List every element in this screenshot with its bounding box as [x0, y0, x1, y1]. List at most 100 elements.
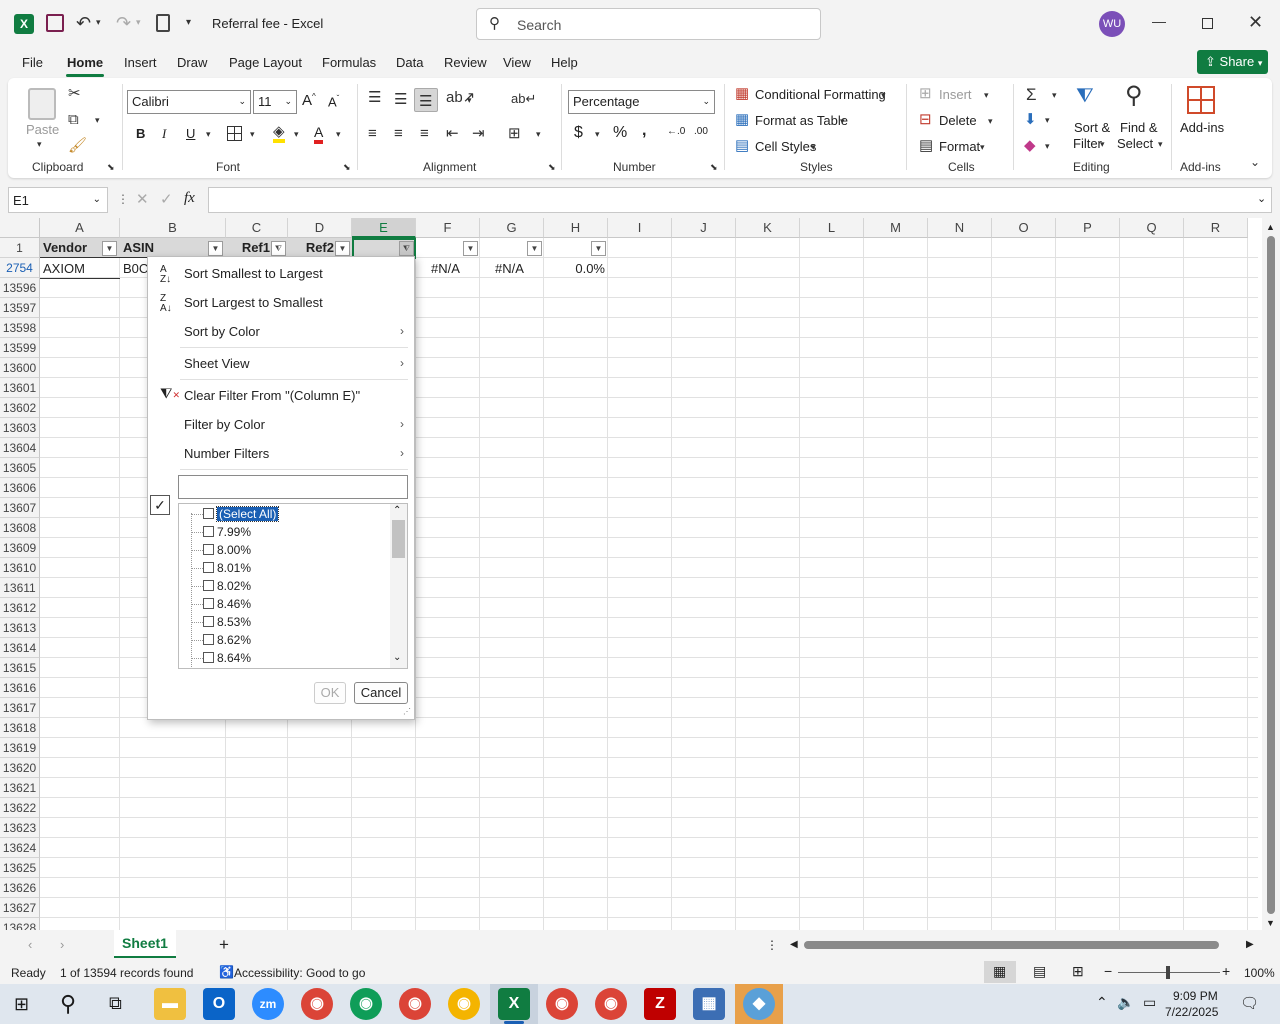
- horizontal-scroll-thumb[interactable]: [804, 941, 1219, 949]
- form-icon[interactable]: [156, 14, 170, 32]
- sheet-view-item[interactable]: Sheet View: [184, 356, 250, 371]
- row-header[interactable]: 13615: [0, 658, 40, 678]
- add-sheet-button[interactable]: +: [219, 935, 229, 955]
- value-checkbox-item[interactable]: 8.01%: [191, 559, 251, 577]
- autosum-icon[interactable]: Σ: [1026, 86, 1037, 103]
- column-header-G[interactable]: G: [480, 218, 544, 238]
- chevron-down-icon[interactable]: ▾: [1100, 140, 1105, 149]
- format-as-table-button[interactable]: Format as Table: [755, 113, 848, 128]
- ok-button[interactable]: OK: [314, 682, 346, 704]
- checkbox-icon[interactable]: [203, 580, 214, 591]
- row-header[interactable]: 13600: [0, 358, 40, 378]
- sort-filter-label-2[interactable]: Filter: [1073, 136, 1102, 151]
- status-accessibility[interactable]: Accessibility: Good to go: [234, 966, 365, 980]
- filter-button-D[interactable]: ▼: [335, 241, 350, 256]
- find-select-label-2[interactable]: Select: [1117, 136, 1153, 151]
- row-header[interactable]: 13626: [0, 878, 40, 898]
- comma-icon[interactable]: ,: [642, 122, 646, 140]
- tray-chevron-icon[interactable]: ⌃: [1096, 994, 1108, 1011]
- checkbox-icon[interactable]: [203, 562, 214, 573]
- borders-dropdown-icon[interactable]: ▾: [250, 130, 255, 139]
- value-checkbox-item[interactable]: 8.53%: [191, 613, 251, 631]
- row-header[interactable]: 13621: [0, 778, 40, 798]
- row-header[interactable]: 13606: [0, 478, 40, 498]
- number-format-box[interactable]: Percentage ⌄: [568, 90, 715, 114]
- row-header[interactable]: 13605: [0, 458, 40, 478]
- sheet-tab-sheet1[interactable]: Sheet1: [114, 930, 176, 958]
- row-header[interactable]: 13602: [0, 398, 40, 418]
- value-checkbox-item[interactable]: 8.00%: [191, 541, 251, 559]
- find-select-icon[interactable]: ⚲: [1125, 84, 1143, 108]
- chevron-down-icon[interactable]: ▾: [881, 91, 886, 100]
- borders-icon[interactable]: [227, 126, 242, 141]
- chrome-profile-icon[interactable]: ◉: [595, 988, 627, 1020]
- chevron-down-icon[interactable]: ▾: [811, 143, 816, 152]
- collapse-ribbon-icon[interactable]: ⌄: [1250, 156, 1260, 168]
- value-checkbox-item[interactable]: 8.46%: [191, 595, 251, 613]
- windows-start-icon[interactable]: ⊞: [14, 994, 29, 1015]
- column-header-D[interactable]: D: [288, 218, 352, 238]
- app-taskbar-active[interactable]: ◆: [735, 984, 783, 1024]
- row-header[interactable]: 13610: [0, 558, 40, 578]
- autosum-dropdown-icon[interactable]: ▾: [1052, 91, 1057, 100]
- formula-input[interactable]: [208, 187, 1272, 213]
- clear-dropdown-icon[interactable]: ▾: [1045, 142, 1050, 151]
- decrease-decimal-icon[interactable]: .00: [694, 126, 708, 137]
- tab-view[interactable]: View: [503, 55, 531, 70]
- clear-icon[interactable]: ◆: [1024, 138, 1036, 153]
- cut-icon[interactable]: ✂: [68, 86, 81, 101]
- row-header[interactable]: 2754: [0, 258, 40, 278]
- copy-dropdown-icon[interactable]: ▾: [95, 116, 100, 125]
- column-header-L[interactable]: L: [800, 218, 864, 238]
- tab-file[interactable]: File: [22, 55, 43, 70]
- bold-icon[interactable]: B: [136, 126, 145, 141]
- task-view-icon[interactable]: ⧉: [109, 993, 122, 1014]
- chrome-profile-icon[interactable]: ◉: [350, 988, 382, 1020]
- checkbox-icon[interactable]: [203, 544, 214, 555]
- delete-cells-button[interactable]: Delete: [939, 113, 977, 128]
- name-box[interactable]: E1 ⌄: [8, 187, 108, 213]
- scroll-down-icon[interactable]: ⌄: [393, 652, 401, 663]
- enter-icon[interactable]: ✓: [160, 190, 173, 208]
- italic-icon[interactable]: I: [162, 126, 166, 142]
- resize-grip-icon[interactable]: ⋰: [403, 707, 411, 716]
- column-header-H[interactable]: H: [544, 218, 608, 238]
- checkbox-icon[interactable]: [203, 652, 214, 663]
- format-cells-icon[interactable]: ▤: [919, 138, 933, 153]
- increase-indent-icon[interactable]: ⇥: [472, 126, 485, 141]
- chrome-profile-icon[interactable]: ◉: [399, 988, 431, 1020]
- undo-icon[interactable]: ↶: [76, 14, 91, 32]
- sort-filter-icon[interactable]: ⧨: [1076, 86, 1094, 106]
- filter-button-F[interactable]: ▼: [463, 241, 478, 256]
- close-icon[interactable]: ✕: [1248, 13, 1263, 31]
- cell-A2754[interactable]: AXIOM: [40, 259, 120, 279]
- value-checkbox-item[interactable]: 8.02%: [191, 577, 251, 595]
- row-header[interactable]: 13624: [0, 838, 40, 858]
- insert-function-icon[interactable]: fx: [184, 190, 195, 207]
- column-header-K[interactable]: K: [736, 218, 800, 238]
- column-header-M[interactable]: M: [864, 218, 928, 238]
- increase-font-icon[interactable]: A^: [302, 92, 316, 109]
- cell-G2754[interactable]: #N/A: [492, 259, 542, 279]
- merge-dropdown-icon[interactable]: ▾: [536, 130, 541, 139]
- prev-sheet-icon[interactable]: ‹: [28, 937, 32, 952]
- row-header[interactable]: 13611: [0, 578, 40, 598]
- copy-icon[interactable]: ⧉: [68, 112, 79, 127]
- value-checkbox-item[interactable]: 8.62%: [191, 631, 251, 649]
- sort-ascending-item[interactable]: Sort Smallest to Largest: [184, 266, 323, 281]
- row-header[interactable]: 13623: [0, 818, 40, 838]
- calculator-icon[interactable]: ▦: [693, 988, 725, 1020]
- notifications-icon[interactable]: 🗨: [1240, 994, 1259, 1012]
- format-cells-button[interactable]: Format: [939, 139, 980, 154]
- decrease-indent-icon[interactable]: ⇤: [446, 126, 459, 141]
- undo-dropdown-icon[interactable]: ▾: [96, 18, 101, 27]
- minimize-icon[interactable]: —: [1152, 14, 1166, 28]
- number-filters-item[interactable]: Number Filters: [184, 446, 269, 461]
- checkbox-icon[interactable]: [203, 616, 214, 627]
- checkbox-icon[interactable]: [203, 598, 214, 609]
- customize-toolbar-icon[interactable]: ▾: [186, 18, 191, 28]
- align-right-icon[interactable]: ≡: [420, 126, 429, 141]
- tab-review[interactable]: Review: [444, 55, 487, 70]
- fill-dropdown-icon[interactable]: ▾: [1045, 116, 1050, 125]
- chevron-down-icon[interactable]: ▾: [980, 143, 985, 152]
